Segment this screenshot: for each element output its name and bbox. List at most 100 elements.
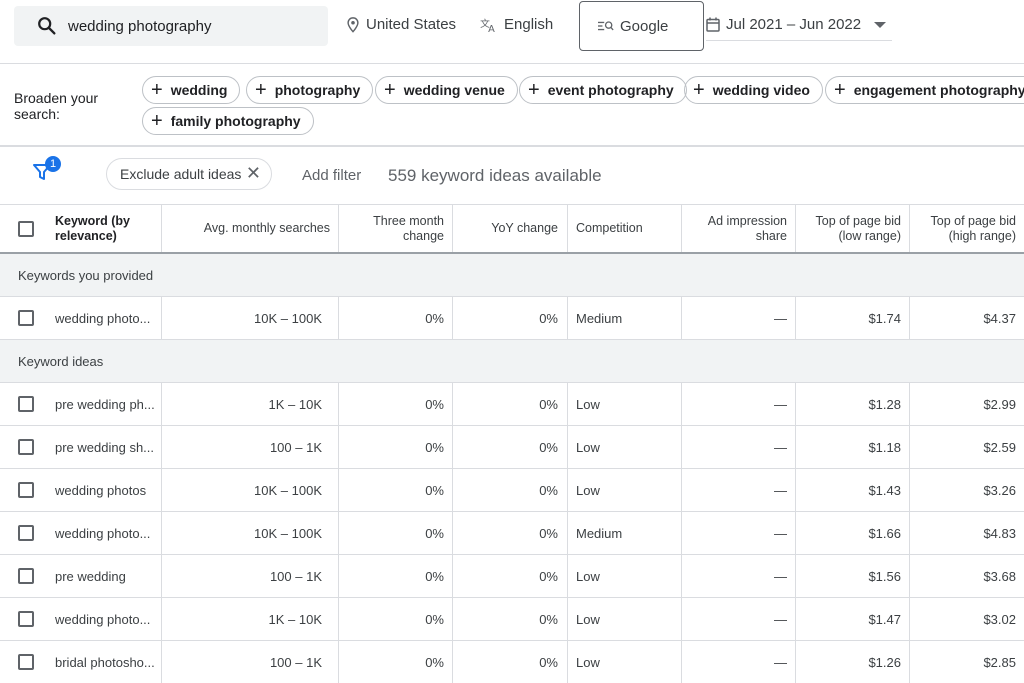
header-bid-low[interactable]: Top of page bid (low range) xyxy=(804,205,902,252)
table-row[interactable]: pre wedding 100 – 1K 0% 0% Low — $1.56 $… xyxy=(0,555,1024,598)
row-checkbox[interactable] xyxy=(18,396,34,412)
chevron-down-icon xyxy=(874,22,886,28)
competition-cell: Medium xyxy=(576,525,623,541)
competition-cell: Low xyxy=(576,568,600,584)
plus-icon: + xyxy=(384,79,396,101)
broaden-label: Broaden your search: xyxy=(14,90,99,122)
add-filter-button[interactable]: Add filter xyxy=(302,167,361,184)
chip-label: photography xyxy=(274,82,361,98)
broaden-chip[interactable]: + family photography xyxy=(142,107,314,135)
table-row[interactable]: wedding photo... 10K – 100K 0% 0% Medium… xyxy=(0,512,1024,555)
row-checkbox[interactable] xyxy=(18,568,34,584)
search-box[interactable]: wedding photography xyxy=(14,6,328,46)
location-selector[interactable]: United States xyxy=(346,16,456,33)
bid-high-cell: $2.85 xyxy=(983,654,1016,670)
svg-text:A: A xyxy=(488,24,495,33)
competition-cell: Low xyxy=(576,611,600,627)
language-label: English xyxy=(504,16,554,33)
plus-icon: + xyxy=(151,79,163,101)
header-yoy-change[interactable]: YoY change xyxy=(460,205,558,252)
broaden-chip[interactable]: + wedding xyxy=(142,76,241,104)
location-pin-icon xyxy=(347,16,359,33)
header-bid-high[interactable]: Top of page bid (high range) xyxy=(918,205,1017,252)
keyword-cell: wedding photo... xyxy=(55,611,151,627)
header-three-month-change[interactable]: Three month change xyxy=(346,205,444,252)
exclude-adult-ideas-chip[interactable]: Exclude adult ideas ✕ xyxy=(106,158,272,190)
table-row[interactable]: pre wedding sh... 100 – 1K 0% 0% Low — $… xyxy=(0,426,1024,469)
provided-rows: wedding photo... 10K – 100K 0% 0% Medium… xyxy=(0,297,1024,340)
header-avg-monthly-searches[interactable]: Avg. monthly searches xyxy=(170,205,330,252)
keyword-cell: wedding photo... xyxy=(55,310,151,326)
language-selector[interactable]: 文 A English xyxy=(480,16,553,33)
date-range-underline xyxy=(706,40,892,41)
yoy-change-cell: 0% xyxy=(539,525,558,541)
chip-label: wedding venue xyxy=(403,82,505,98)
broaden-chip[interactable]: + photography xyxy=(246,76,374,104)
row-checkbox[interactable] xyxy=(18,310,34,326)
network-selector[interactable]: Google xyxy=(579,1,704,51)
table-row[interactable]: pre wedding ph... 1K – 10K 0% 0% Low — $… xyxy=(0,383,1024,426)
date-range-label: Jul 2021 – Jun 2022 xyxy=(726,16,862,33)
three-month-change-cell: 0% xyxy=(425,525,444,541)
ad-impression-share-cell: — xyxy=(774,482,787,498)
avg-monthly-searches-cell: 100 – 1K xyxy=(269,654,322,670)
yoy-change-cell: 0% xyxy=(539,568,558,584)
broaden-chip[interactable]: + event photography xyxy=(519,76,687,104)
competition-cell: Medium xyxy=(576,310,623,326)
bid-low-cell: $1.56 xyxy=(868,568,901,584)
plus-icon: + xyxy=(255,79,267,101)
header-ad-impression-share[interactable]: Ad impression share xyxy=(690,205,787,252)
date-range-selector[interactable]: Jul 2021 – Jun 2022 xyxy=(706,16,886,33)
chip-label: family photography xyxy=(170,113,301,129)
keyword-ideas-count: 559 keyword ideas available xyxy=(388,166,602,185)
broaden-chip[interactable]: + wedding venue xyxy=(375,76,518,104)
competition-cell: Low xyxy=(576,439,600,455)
filter-count-badge: 1 xyxy=(45,156,61,172)
header-competition[interactable]: Competition xyxy=(576,205,676,252)
row-checkbox[interactable] xyxy=(18,525,34,541)
ad-impression-share-cell: — xyxy=(774,310,787,326)
top-bar: wedding photography United States 文 A En… xyxy=(0,0,1024,64)
search-query[interactable]: wedding photography xyxy=(68,18,211,35)
bid-high-cell: $3.02 xyxy=(983,611,1016,627)
network-search-icon xyxy=(598,21,614,31)
keyword-cell: pre wedding xyxy=(55,568,126,584)
keyword-cell: pre wedding sh... xyxy=(55,439,155,455)
yoy-change-cell: 0% xyxy=(539,654,558,670)
plus-icon: + xyxy=(151,110,163,132)
group-keyword-ideas: Keyword ideas xyxy=(0,340,1024,383)
select-all-checkbox[interactable] xyxy=(18,221,34,237)
keyword-cell: pre wedding ph... xyxy=(55,396,155,412)
competition-cell: Low xyxy=(576,482,600,498)
close-icon[interactable]: ✕ xyxy=(246,163,261,184)
table-row[interactable]: bridal photosho... 100 – 1K 0% 0% Low — … xyxy=(0,641,1024,683)
three-month-change-cell: 0% xyxy=(425,611,444,627)
yoy-change-cell: 0% xyxy=(539,396,558,412)
table-row[interactable]: wedding photo... 1K – 10K 0% 0% Low — $1… xyxy=(0,598,1024,641)
ad-impression-share-cell: — xyxy=(774,611,787,627)
bid-high-cell: $2.99 xyxy=(983,396,1016,412)
keyword-cell: bridal photosho... xyxy=(55,654,155,670)
calendar-icon xyxy=(706,17,720,32)
exclude-chip-label: Exclude adult ideas xyxy=(120,166,242,182)
location-label: United States xyxy=(366,16,457,33)
row-checkbox[interactable] xyxy=(18,654,34,670)
keyword-table: Keyword (by relevance) Avg. monthly sear… xyxy=(0,204,1024,683)
table-header: Keyword (by relevance) Avg. monthly sear… xyxy=(0,204,1024,254)
header-keyword[interactable]: Keyword (by relevance) xyxy=(55,205,155,252)
broaden-chip[interactable]: + engagement photography xyxy=(825,76,1024,104)
ad-impression-share-cell: — xyxy=(774,396,787,412)
yoy-change-cell: 0% xyxy=(539,310,558,326)
row-checkbox[interactable] xyxy=(18,439,34,455)
bid-high-cell: $2.59 xyxy=(983,439,1016,455)
broaden-chip[interactable]: + wedding video xyxy=(684,76,823,104)
three-month-change-cell: 0% xyxy=(425,310,444,326)
bid-low-cell: $1.26 xyxy=(868,654,901,670)
broaden-search-bar: Broaden your search: + wedding + photogr… xyxy=(0,65,1024,146)
row-checkbox[interactable] xyxy=(18,482,34,498)
row-checkbox[interactable] xyxy=(18,611,34,627)
translate-icon: 文 A xyxy=(480,17,495,33)
table-row[interactable]: wedding photo... 10K – 100K 0% 0% Medium… xyxy=(0,297,1024,340)
table-row[interactable]: wedding photos 10K – 100K 0% 0% Low — $1… xyxy=(0,469,1024,512)
ad-impression-share-cell: — xyxy=(774,525,787,541)
